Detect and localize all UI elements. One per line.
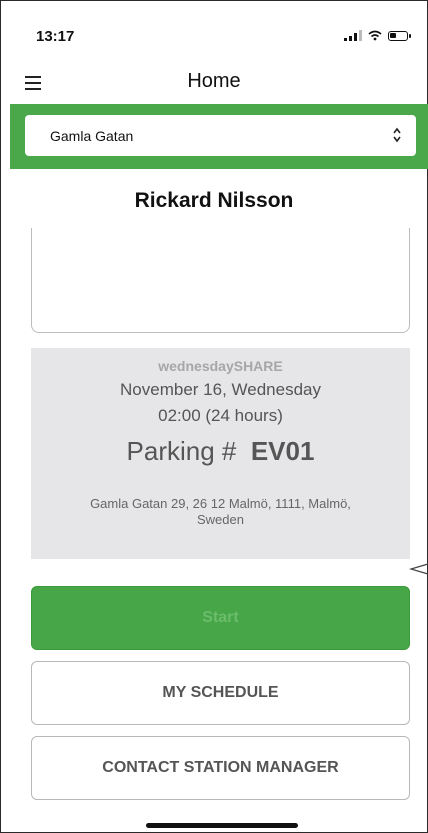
booking-address: Gamla Gatan 29, 26 12 Malmö, 1111, Malmö… <box>90 496 351 527</box>
status-bar: 13:17 <box>0 0 428 66</box>
contact-station-manager-button[interactable]: CONTACT STATION MANAGER <box>31 736 410 800</box>
wifi-icon <box>368 30 382 41</box>
signal-icon <box>344 30 362 41</box>
page-title: Home <box>187 70 241 92</box>
booking-time: 02:00 (24 hours) <box>158 406 283 425</box>
up-down-chevron-icon <box>393 127 401 143</box>
my-schedule-button[interactable]: MY SCHEDULE <box>31 661 410 725</box>
status-icons <box>344 30 411 41</box>
location-select[interactable]: Gamla Gatan <box>25 115 416 156</box>
notes-box[interactable] <box>31 228 410 333</box>
home-indicator <box>146 823 298 828</box>
location-select-value: Gamla Gatan <box>50 128 134 144</box>
parking-spot: Parking # EV01 <box>31 436 410 467</box>
booking-label: wednesdaySHARE <box>158 358 283 374</box>
user-name: Rickard Nilsson <box>134 189 294 212</box>
parking-prefix: Parking # <box>126 436 237 466</box>
navigation-bar: Home <box>0 66 428 104</box>
start-button[interactable]: Start <box>31 586 410 650</box>
parking-id: EV01 <box>250 436 315 466</box>
battery-icon <box>388 30 411 41</box>
chevron-left-icon[interactable] <box>408 561 428 577</box>
status-time: 13:17 <box>36 28 75 45</box>
booking-card: wednesdaySHARE November 16, Wednesday 02… <box>31 348 410 559</box>
booking-date: November 16, Wednesday <box>120 380 321 399</box>
